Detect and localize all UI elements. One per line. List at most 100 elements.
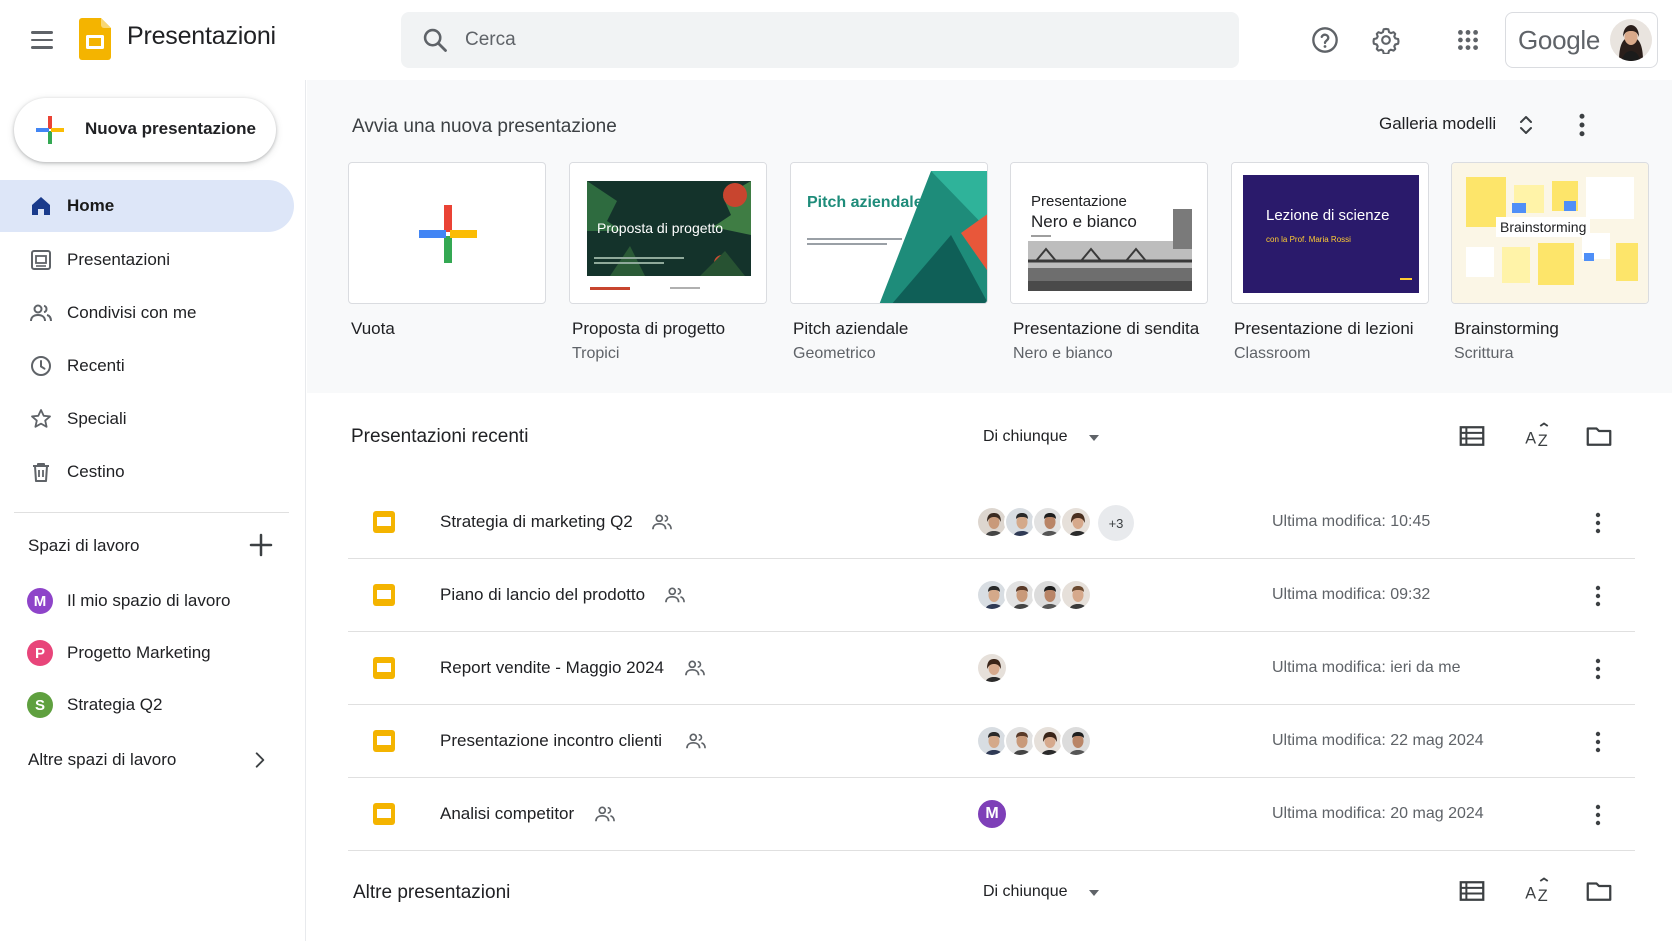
apps-button[interactable]: [1448, 20, 1488, 60]
file-row[interactable]: Report vendite - Maggio 2024 Ultima modi…: [348, 633, 1635, 705]
slides-logo-icon: [79, 18, 111, 60]
file-name[interactable]: Analisi competitor: [440, 804, 574, 824]
file-row[interactable]: Presentazione incontro clienti Ultima mo…: [348, 706, 1635, 778]
template-gallery-toggle[interactable]: Galleria modelli: [1379, 114, 1496, 134]
home-icon: [32, 197, 50, 215]
recent-title: Presentazioni recenti: [351, 426, 529, 447]
template-subtitle: Tropici: [572, 345, 620, 362]
google-wordmark: Google: [1518, 25, 1601, 55]
workspace-label: Il mio spazio di lavoro: [67, 591, 231, 610]
search-bar[interactable]: [401, 12, 1239, 68]
thumbnail-title: Proposta di progetto: [597, 220, 724, 236]
main-menu-button[interactable]: [22, 22, 62, 58]
nav-presentations-label: Presentazioni: [67, 250, 171, 269]
more-vert-icon[interactable]: [1586, 655, 1610, 683]
nav-home[interactable]: Home: [0, 180, 294, 232]
help-icon: [1312, 27, 1338, 53]
avatar: [1060, 506, 1092, 538]
add-workspace-icon[interactable]: [246, 530, 276, 560]
list-view-icon[interactable]: [1457, 876, 1487, 906]
thumbnail-title: Lezione di scienze: [1266, 207, 1390, 224]
nav-starred[interactable]: Speciali: [0, 393, 294, 445]
file-name[interactable]: Piano di lancio del prodotto: [440, 585, 645, 605]
more-vert-icon[interactable]: [1586, 728, 1610, 756]
more-vert-icon[interactable]: [1586, 801, 1610, 829]
nav-presentations[interactable]: Presentazioni: [0, 234, 294, 286]
avatar-letter: M: [976, 798, 1008, 830]
list-view-icon[interactable]: [1457, 421, 1487, 451]
template-thumbnail[interactable]: Presentazione Nero e bianco: [1010, 162, 1208, 304]
owner-filter[interactable]: Di chiunque: [983, 428, 1068, 446]
new-presentation-button[interactable]: Nuova presentazione: [14, 98, 276, 162]
svg-text:A: A: [1525, 885, 1536, 903]
nav-trash-label: Cestino: [67, 462, 125, 481]
settings-button[interactable]: [1366, 20, 1406, 60]
file-name[interactable]: Strategia di marketing Q2: [440, 512, 633, 532]
thumbnail-title: Pitch aziendale: [807, 194, 923, 211]
unfold-icon[interactable]: [1514, 112, 1538, 138]
gear-icon: [1372, 27, 1400, 54]
collaborator-avatars: +3: [976, 505, 1134, 541]
owner-filter-other[interactable]: Di chiunque: [983, 883, 1068, 901]
shared-people-icon: [665, 587, 685, 603]
avatar: [1060, 579, 1092, 611]
last-modified: Ultima modifica: 20 mag 2024: [1272, 805, 1484, 822]
template-subtitle: Nero e bianco: [1013, 345, 1113, 362]
help-button[interactable]: [1305, 20, 1345, 60]
workspace-item-mine[interactable]: M Il mio spazio di lavoro: [0, 577, 294, 625]
template-name: Brainstorming: [1454, 319, 1559, 338]
more-vert-icon[interactable]: [1586, 509, 1610, 537]
sort-az-icon[interactable]: AZ: [1524, 876, 1554, 906]
collaborator-avatars: M: [976, 798, 1008, 832]
file-row[interactable]: Analisi competitor M Ultima modifica: 20…: [348, 779, 1635, 851]
bridge-thumbnail-image: [1011, 163, 1207, 303]
gallery-title: Avvia una nuova presentazione: [352, 116, 617, 137]
file-name[interactable]: Presentazione incontro clienti: [440, 731, 662, 751]
sort-az-icon[interactable]: AZ: [1524, 421, 1554, 451]
file-row[interactable]: Strategia di marketing Q2 +3 Ultima modi…: [348, 487, 1635, 559]
template-thumbnail[interactable]: Brainstorming: [1451, 162, 1649, 304]
more-vert-icon[interactable]: [1586, 582, 1610, 610]
workspace-item-marketing[interactable]: P Progetto Marketing: [0, 629, 294, 677]
template-thumbnail[interactable]: Proposta di progetto: [569, 162, 767, 304]
star-icon: [31, 409, 51, 428]
nav-starred-label: Speciali: [67, 409, 127, 428]
more-workspaces-link[interactable]: Altre spazi di lavoro: [0, 736, 294, 784]
workspace-badge: S: [27, 692, 53, 718]
svg-text:Z: Z: [1538, 432, 1548, 450]
sidebar-divider: [14, 512, 289, 513]
avatar: [1060, 725, 1092, 757]
avatar: [976, 652, 1008, 684]
shared-people-icon: [686, 733, 706, 749]
search-input[interactable]: [465, 22, 1165, 58]
nav-shared[interactable]: Condivisi con me: [0, 287, 294, 339]
sidebar: Nuova presentazione Home Presentazioni C…: [0, 80, 306, 941]
workspace-badge: M: [27, 588, 53, 614]
shared-people-icon: [595, 806, 615, 822]
workspace-label: Strategia Q2: [67, 695, 163, 714]
collaborator-avatars: [976, 725, 1092, 759]
search-icon[interactable]: [421, 26, 449, 54]
nav-recent[interactable]: Recenti: [0, 340, 294, 392]
more-collaborators-badge[interactable]: +3: [1098, 505, 1134, 541]
workspace-item-strategy[interactable]: S Strategia Q2: [0, 681, 294, 729]
more-vert-icon[interactable]: [1567, 110, 1597, 140]
workspace-badge: P: [27, 640, 53, 666]
thumbnail-subtitle: con la Prof. Maria Rossi: [1266, 235, 1351, 244]
template-thumbnail[interactable]: Pitch aziendale: [790, 162, 988, 304]
slides-home: Presentazioni Cerca Google Nuova present…: [0, 0, 1672, 941]
dropdown-arrow-icon[interactable]: [1089, 435, 1099, 441]
file-row[interactable]: Piano di lancio del prodotto Ultima modi…: [348, 560, 1635, 632]
dropdown-arrow-icon[interactable]: [1089, 890, 1099, 896]
account-avatar[interactable]: [1610, 19, 1652, 61]
folder-icon[interactable]: [1584, 876, 1614, 906]
account-switcher[interactable]: Google: [1505, 12, 1658, 68]
svg-text:A: A: [1525, 430, 1536, 448]
nav-trash[interactable]: Cestino: [0, 446, 294, 498]
last-modified: Ultima modifica: 09:32: [1272, 586, 1431, 603]
template-thumbnail[interactable]: [348, 162, 546, 304]
folder-icon[interactable]: [1584, 421, 1614, 451]
shared-people-icon: [685, 660, 705, 676]
file-name[interactable]: Report vendite - Maggio 2024: [440, 658, 664, 678]
template-thumbnail[interactable]: Lezione di scienze con la Prof. Maria Ro…: [1231, 162, 1429, 304]
